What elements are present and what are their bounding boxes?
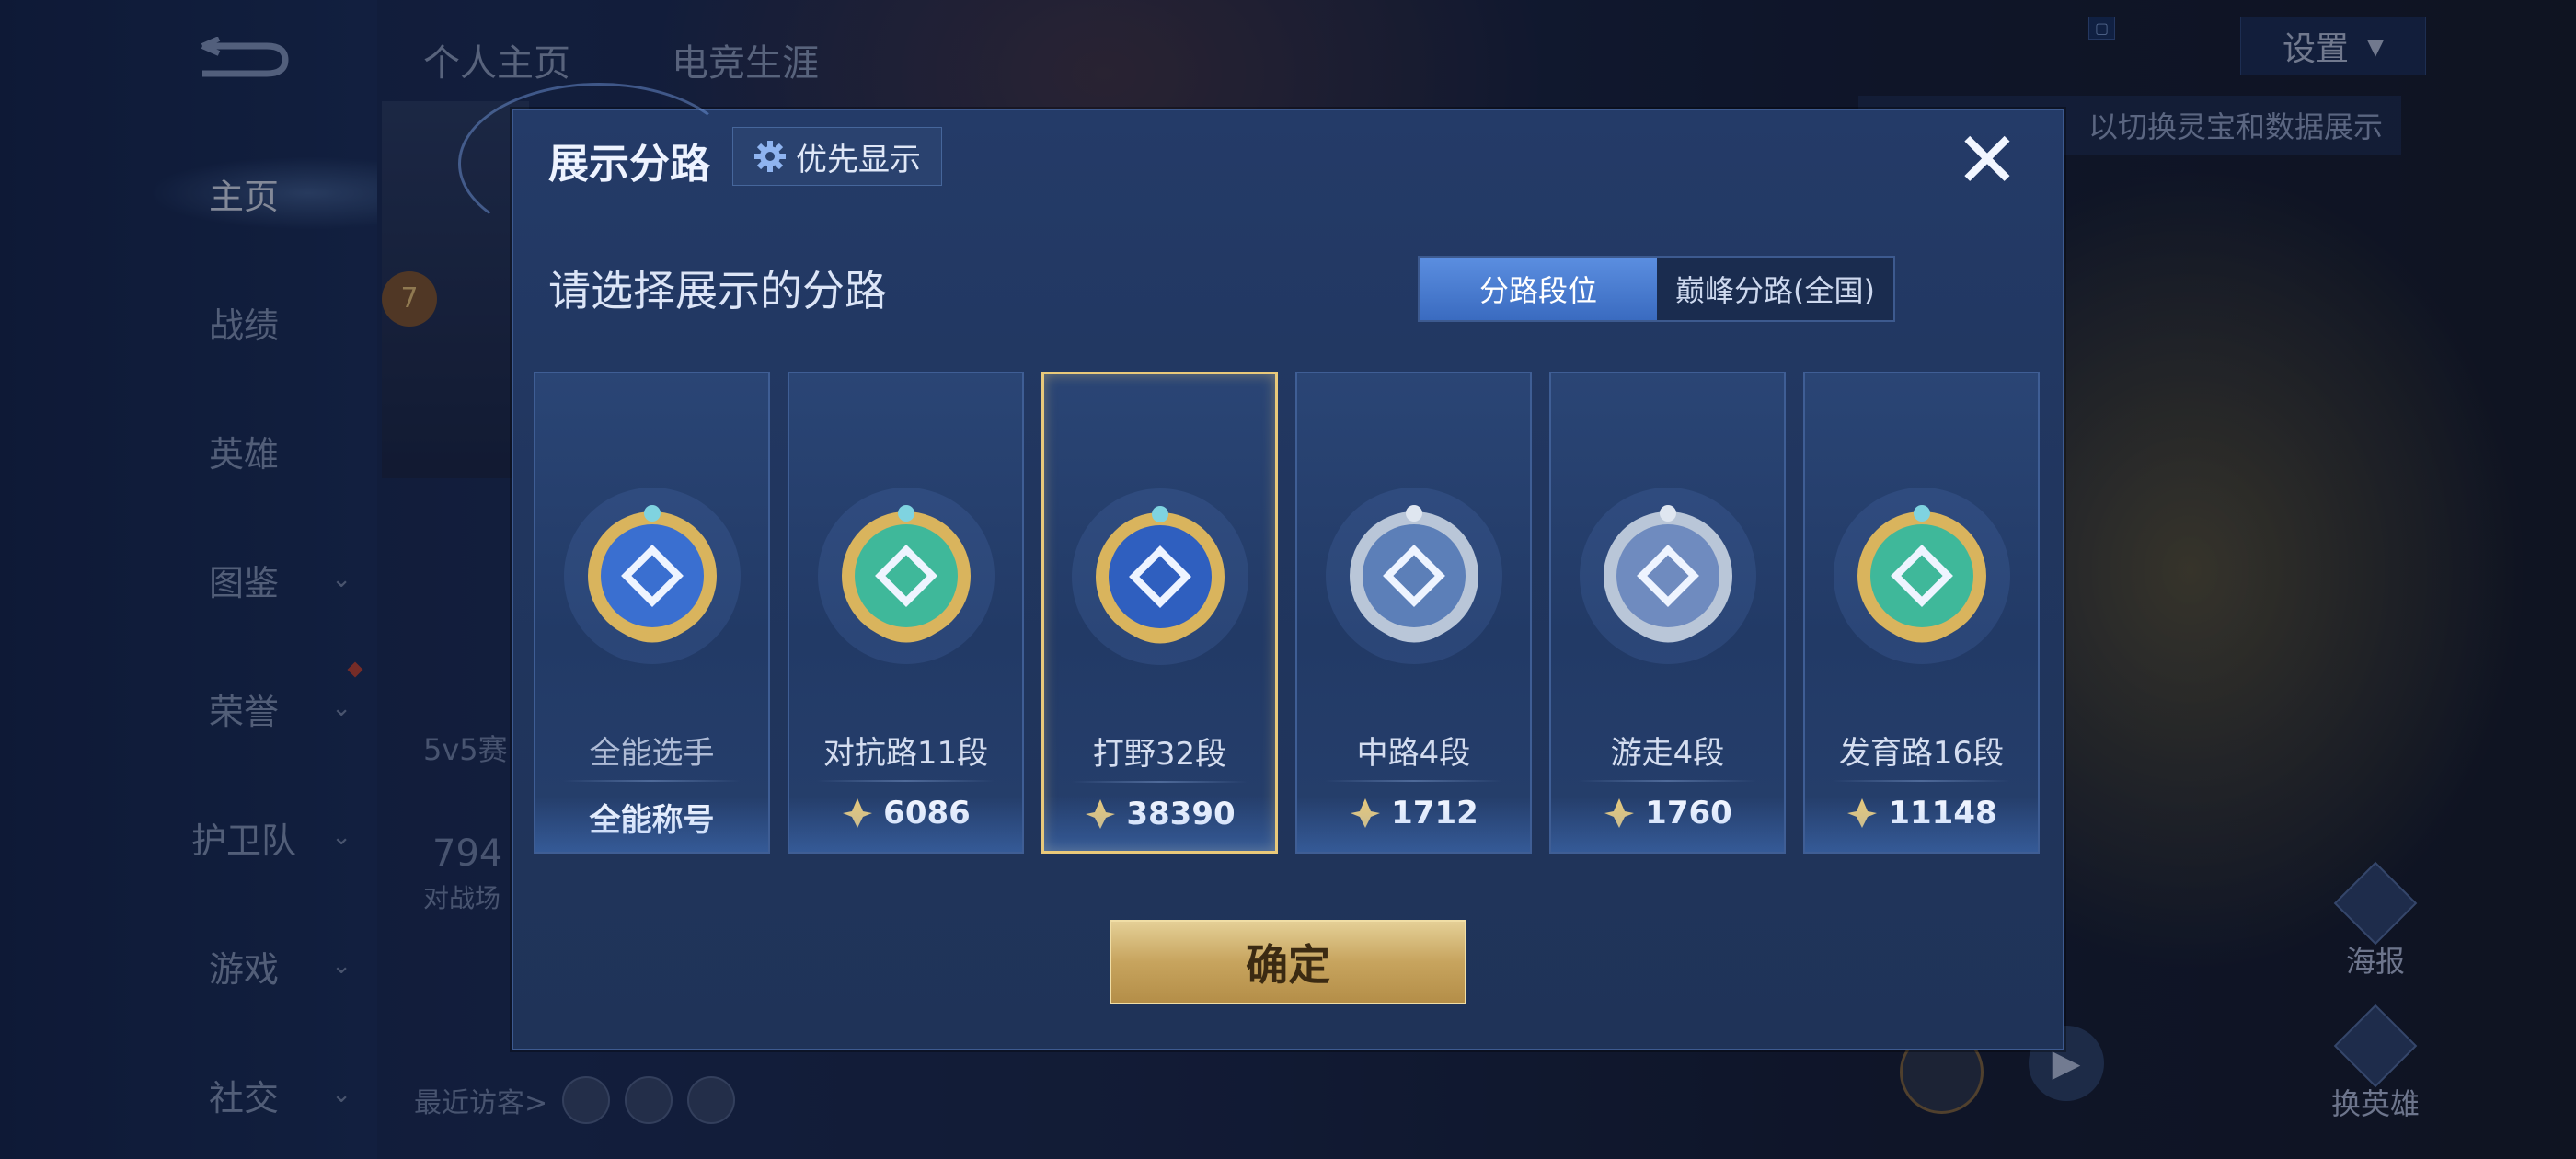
card-bottom-glow (1551, 797, 1784, 852)
dialog-subtitle: 请选择展示的分路 (548, 266, 887, 316)
confirm-button[interactable]: 确定 (1110, 920, 1466, 1004)
segment-lane-rank[interactable]: 分路段位 (1420, 258, 1657, 320)
mid-lane-badge-icon (1325, 488, 1502, 664)
card-divider (563, 780, 741, 782)
priority-display-label: 优先显示 (796, 141, 921, 178)
gear-icon (754, 141, 786, 172)
lane-card[interactable]: 游走4段1760 (1549, 372, 1786, 854)
lane-display-dialog: 展示分路 优先显示 ✕ 请选择展示的分路 分路段位 巅峰分路(全国) 全能选手全… (458, 83, 2064, 1050)
priority-display-button[interactable]: 优先显示 (732, 127, 942, 186)
lane-label: 中路4段 (1356, 735, 1471, 772)
card-divider (1833, 780, 2010, 782)
lane-card[interactable]: 全能选手全能称号 (534, 372, 770, 854)
card-divider (817, 780, 995, 782)
card-bottom-glow (1044, 796, 1275, 851)
lane-label: 对抗路11段 (822, 735, 989, 772)
close-icon[interactable]: ✕ (1950, 121, 2024, 199)
card-bottom-glow (535, 797, 768, 852)
lane-label: 游走4段 (1610, 735, 1725, 772)
card-bottom-glow (1297, 797, 1530, 852)
lane-card[interactable]: 发育路16段11148 (1803, 372, 2040, 854)
roam-badge-icon (1579, 488, 1756, 664)
lane-card-list: 全能选手全能称号对抗路11段6086打野32段38390中路4段1712游走4段… (534, 372, 2052, 855)
jungle-badge-icon (1071, 488, 1248, 665)
dialog-title: 展示分路 (548, 141, 710, 188)
card-bottom-glow (789, 797, 1022, 852)
lane-card[interactable]: 打野32段38390 (1041, 372, 1278, 854)
card-bottom-glow (1805, 797, 2038, 852)
clash-lane-badge-icon (817, 488, 995, 664)
card-divider (1072, 781, 1248, 783)
lane-label: 打野32段 (1092, 736, 1227, 773)
lane-card[interactable]: 对抗路11段6086 (788, 372, 1024, 854)
lane-label: 全能选手 (589, 735, 715, 772)
card-divider (1579, 780, 1756, 782)
all-round-badge-icon (563, 488, 741, 664)
lane-label: 发育路16段 (1838, 735, 2005, 772)
segment-peak-lane[interactable]: 巅峰分路(全国) (1657, 258, 1893, 320)
farm-lane-badge-icon (1833, 488, 2010, 664)
view-segment-control: 分路段位 巅峰分路(全国) (1418, 256, 1895, 322)
lane-card[interactable]: 中路4段1712 (1295, 372, 1532, 854)
card-divider (1325, 780, 1502, 782)
